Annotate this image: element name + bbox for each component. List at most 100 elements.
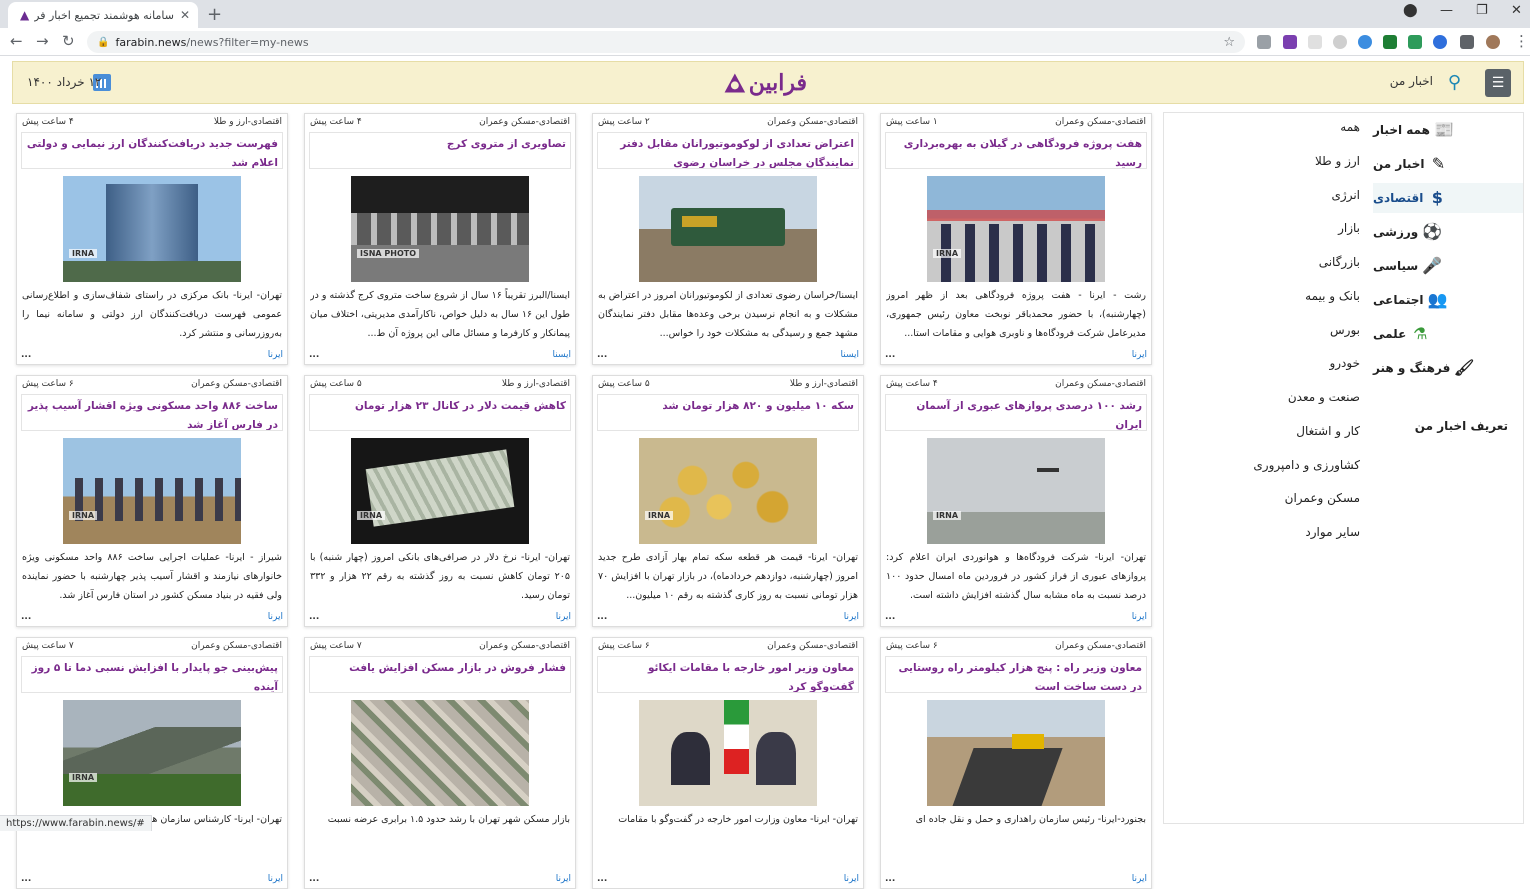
- card-source-link[interactable]: ایرنا: [1132, 350, 1147, 360]
- close-tab-icon[interactable]: ✕: [180, 8, 190, 22]
- close-window-icon[interactable]: ✕: [1511, 3, 1522, 18]
- extensions-puzzle-icon[interactable]: [1460, 35, 1474, 49]
- news-card[interactable]: اقتصادی-ارز و طلا ۵ ساعت پیش کاهش قیمت د…: [304, 375, 576, 627]
- more-options-icon[interactable]: ...: [309, 350, 319, 360]
- card-source-link[interactable]: ایرنا: [1132, 612, 1147, 622]
- card-image[interactable]: IRNA: [63, 438, 241, 544]
- extension-icon[interactable]: [1358, 35, 1372, 49]
- card-title[interactable]: معاون وزیر راه : پنج هزار کیلومتر راه رو…: [885, 656, 1147, 693]
- card-image[interactable]: [351, 700, 529, 806]
- minimize-icon[interactable]: —: [1440, 3, 1453, 18]
- card-source-link[interactable]: ایرنا: [268, 350, 283, 360]
- card-image[interactable]: IRNA: [63, 700, 241, 806]
- news-card[interactable]: اقتصادی-مسکن وعمران ۷ ساعت پیش فشار فروش…: [304, 637, 576, 889]
- more-options-icon[interactable]: ...: [597, 350, 607, 360]
- card-source-link[interactable]: ایسنا: [553, 350, 572, 360]
- news-card[interactable]: اقتصادی-مسکن وعمران ۷ ساعت پیش پیش‌بینی …: [16, 637, 288, 889]
- more-options-icon[interactable]: ...: [597, 874, 607, 884]
- card-category[interactable]: اقتصادی-مسکن وعمران: [191, 379, 282, 389]
- card-title[interactable]: هفت پروژه فرودگاهی در گیلان به بهره‌بردا…: [885, 132, 1147, 169]
- card-source-link[interactable]: ایرنا: [556, 612, 571, 622]
- card-source-link[interactable]: ایرنا: [268, 874, 283, 884]
- card-title[interactable]: کاهش قیمت دلار در کانال ۲۳ هزار تومان: [309, 394, 571, 431]
- card-source-link[interactable]: ایرنا: [844, 874, 859, 884]
- bookmark-star-icon[interactable]: ☆: [1223, 35, 1235, 50]
- card-category[interactable]: اقتصادی-ارز و طلا: [214, 117, 282, 127]
- more-options-icon[interactable]: ...: [309, 612, 319, 622]
- card-image[interactable]: IRNA: [351, 438, 529, 544]
- more-options-icon[interactable]: ...: [21, 612, 31, 622]
- extension-icon[interactable]: [1283, 35, 1297, 49]
- forward-icon[interactable]: →: [36, 32, 49, 50]
- define-my-news-link[interactable]: تعریف اخبار من: [1415, 419, 1508, 433]
- card-category[interactable]: اقتصادی-مسکن وعمران: [1055, 641, 1146, 651]
- subcategory-item[interactable]: سایر موارد: [1240, 525, 1360, 539]
- back-icon[interactable]: ←: [10, 32, 23, 50]
- subcategory-item[interactable]: همه: [1240, 120, 1360, 134]
- more-options-icon[interactable]: ...: [21, 350, 31, 360]
- card-title[interactable]: فشار فروش در بازار مسکن افزایش یافت: [309, 656, 571, 693]
- extension-icon[interactable]: [1308, 35, 1322, 49]
- card-title[interactable]: پیش‌بینی جو پایدار با افزایش نسبی دما تا…: [21, 656, 283, 693]
- card-title[interactable]: فهرست جدید دریافت‌کنندگان ارز نیمایی و د…: [21, 132, 283, 169]
- extension-icon[interactable]: [1257, 35, 1271, 49]
- card-category[interactable]: اقتصادی-مسکن وعمران: [479, 117, 570, 127]
- subcategory-item[interactable]: خودرو: [1240, 356, 1360, 370]
- extension-icon[interactable]: [1408, 35, 1422, 49]
- card-category[interactable]: اقتصادی-مسکن وعمران: [767, 641, 858, 651]
- more-options-icon[interactable]: ...: [885, 350, 895, 360]
- subcategory-item[interactable]: بورس: [1240, 323, 1360, 337]
- more-options-icon[interactable]: ...: [885, 874, 895, 884]
- extension-icon[interactable]: [1383, 35, 1397, 49]
- sidebar-item-political[interactable]: 🎤 سیاسی: [1373, 251, 1513, 281]
- card-source-link[interactable]: ایرنا: [268, 612, 283, 622]
- card-category[interactable]: اقتصادی-مسکن وعمران: [191, 641, 282, 651]
- card-image[interactable]: IRNA: [639, 438, 817, 544]
- reload-icon[interactable]: ↻: [62, 32, 75, 50]
- card-title[interactable]: سکه ۱۰ میلیون و ۸۲۰ هزار تومان شد: [597, 394, 859, 431]
- news-card[interactable]: اقتصادی-مسکن وعمران ۶ ساعت پیش معاون وزی…: [880, 637, 1152, 889]
- card-source-link[interactable]: ایسنا: [841, 350, 860, 360]
- card-image[interactable]: [639, 176, 817, 282]
- card-category[interactable]: اقتصادی-ارز و طلا: [790, 379, 858, 389]
- card-title[interactable]: معاون وزیر امور خارجه با مقامات ایکائو گ…: [597, 656, 859, 693]
- maximize-icon[interactable]: ❐: [1476, 3, 1488, 18]
- subcategory-item[interactable]: بازرگانی: [1240, 255, 1360, 269]
- avatar[interactable]: [1486, 35, 1500, 49]
- extension-icon[interactable]: [1433, 35, 1447, 49]
- browser-tab[interactable]: ▲ سامانه هوشمند تجمیع اخبار فرابین ✕: [8, 2, 198, 28]
- search-icon[interactable]: ⚲: [1448, 72, 1461, 93]
- address-bar[interactable]: 🔒 farabin.news/news?filter=my-news ☆: [87, 31, 1245, 53]
- site-logo[interactable]: فرابین: [723, 66, 807, 100]
- card-category[interactable]: اقتصادی-مسکن وعمران: [1055, 117, 1146, 127]
- subcategory-item[interactable]: کشاورزی و دامپروری: [1240, 458, 1360, 472]
- card-title[interactable]: ساخت ۸۸۶ واحد مسکونی ویژه اقشار آسیب پذی…: [21, 394, 283, 431]
- card-category[interactable]: اقتصادی-مسکن وعمران: [1055, 379, 1146, 389]
- card-category[interactable]: اقتصادی-مسکن وعمران: [767, 117, 858, 127]
- card-image[interactable]: IRNA: [927, 438, 1105, 544]
- card-title[interactable]: تصاویری از متروی کرج: [309, 132, 571, 169]
- subcategory-item[interactable]: بازار: [1240, 221, 1360, 235]
- card-source-link[interactable]: ایرنا: [556, 874, 571, 884]
- kebab-menu-icon[interactable]: ⋮: [1514, 32, 1529, 50]
- subcategory-item[interactable]: کار و اشتغال: [1240, 424, 1360, 438]
- card-category[interactable]: اقتصادی-ارز و طلا: [502, 379, 570, 389]
- card-image[interactable]: ISNA PHOTO: [351, 176, 529, 282]
- sidebar-item-social[interactable]: 👥 اجتماعی: [1373, 285, 1513, 315]
- news-card[interactable]: اقتصادی-مسکن وعمران ۴ ساعت پیش تصاویری ا…: [304, 113, 576, 365]
- hamburger-menu-button[interactable]: ☰: [1485, 69, 1511, 97]
- sidebar-item-culture-art[interactable]: 🖌 فرهنگ و هنر: [1373, 353, 1513, 383]
- more-options-icon[interactable]: ...: [21, 874, 31, 884]
- my-news-link[interactable]: اخبار من: [1390, 74, 1433, 88]
- subcategory-item[interactable]: صنعت و معدن: [1240, 390, 1360, 404]
- card-title[interactable]: رشد ۱۰۰ درصدی پروازهای عبوری از آسمان ای…: [885, 394, 1147, 431]
- more-options-icon[interactable]: ...: [309, 874, 319, 884]
- news-card[interactable]: اقتصادی-مسکن وعمران ۲ ساعت پیش اعتراض تع…: [592, 113, 864, 365]
- card-image[interactable]: IRNA: [63, 176, 241, 282]
- news-card[interactable]: اقتصادی-مسکن وعمران ۶ ساعت پیش معاون وزی…: [592, 637, 864, 889]
- subcategory-item[interactable]: انرژی: [1240, 188, 1360, 202]
- sidebar-item-sports[interactable]: ⚽ ورزشی: [1373, 217, 1513, 247]
- news-card[interactable]: اقتصادی-ارز و طلا ۴ ساعت پیش فهرست جدید …: [16, 113, 288, 365]
- profile-menu-icon[interactable]: ⬤: [1403, 3, 1418, 18]
- extension-icon[interactable]: [1333, 35, 1347, 49]
